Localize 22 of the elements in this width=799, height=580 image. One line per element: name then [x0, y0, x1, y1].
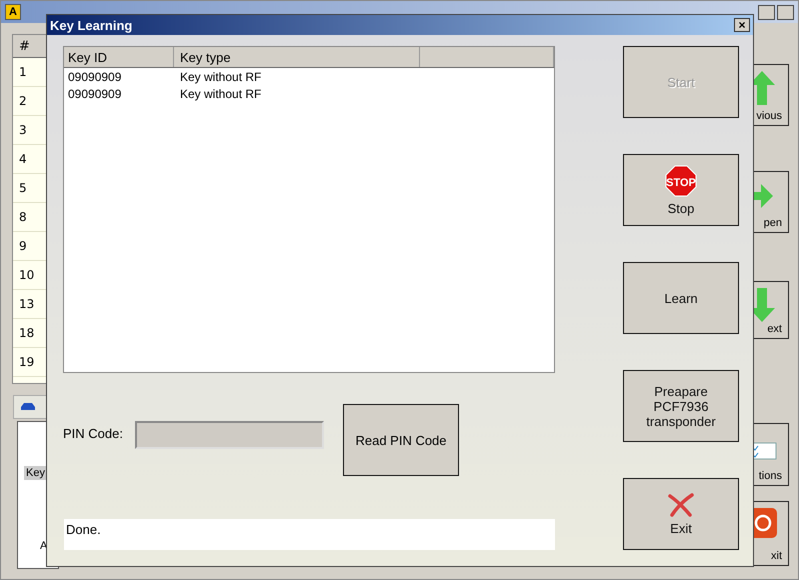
- cross-icon: [668, 492, 694, 516]
- read-pin-button[interactable]: Read PIN Code: [343, 404, 459, 476]
- action-button[interactable]: STOP Stop: [623, 154, 739, 226]
- table-cell-text: Key without RF: [179, 70, 262, 84]
- stop-sign-icon: STOP: [665, 164, 697, 196]
- close-button[interactable]: ×: [734, 18, 750, 32]
- action-button[interactable]: Learn: [623, 262, 739, 334]
- dialog-title: Key Learning: [50, 18, 132, 32]
- column-header[interactable]: Key type: [174, 47, 420, 67]
- app-icon: A: [5, 4, 21, 20]
- table-cell-text: 09090909: [67, 70, 122, 84]
- table-cell-text: 09090909: [67, 86, 122, 100]
- close-button[interactable]: [777, 5, 794, 20]
- car-icon: [20, 402, 36, 412]
- status-text: Done.: [64, 519, 555, 550]
- column-header[interactable]: Key ID: [64, 47, 174, 67]
- action-button[interactable]: Preapare PCF7936 transponder: [623, 370, 739, 442]
- maximize-button[interactable]: [758, 5, 775, 20]
- action-button[interactable]: Exit: [623, 478, 739, 550]
- pin-label: PIN Code:: [63, 426, 123, 441]
- table-cell-text: Key without RF: [179, 86, 262, 100]
- panel-label: Key: [24, 466, 47, 480]
